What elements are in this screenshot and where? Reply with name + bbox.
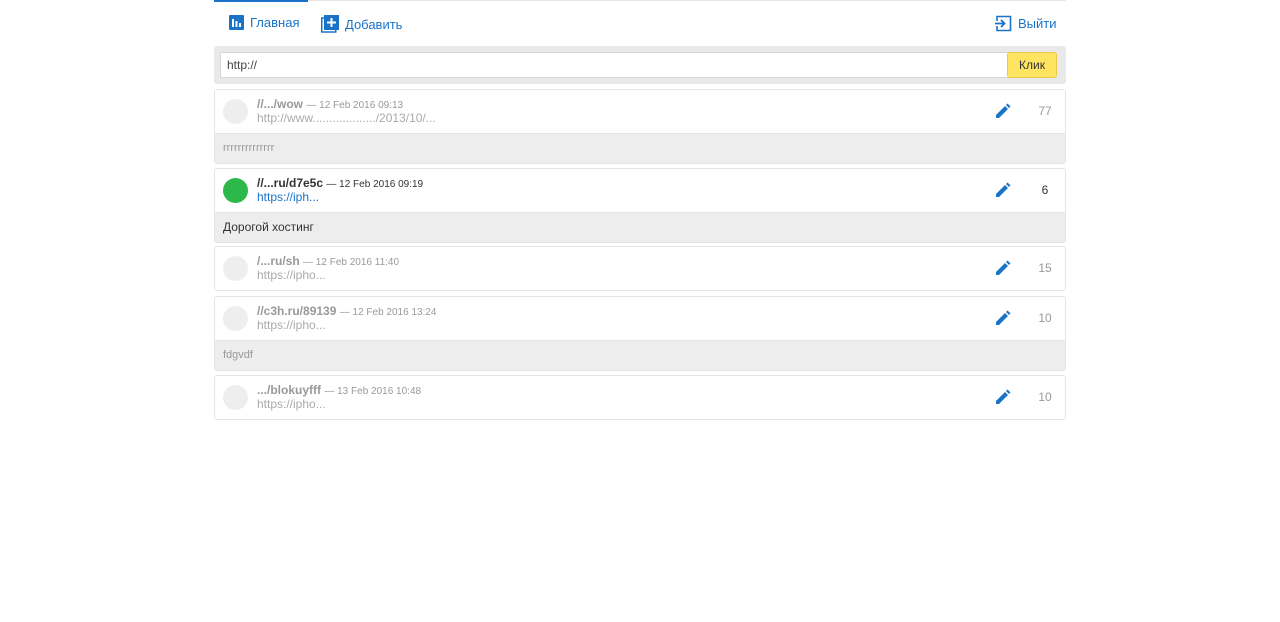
link-card-header: //...ru/d7e5c — 12 Feb 2016 09:19 https:…	[215, 169, 1065, 212]
target-url[interactable]: http://www.................../2013/10/..…	[257, 111, 436, 125]
link-card-header: //.../wow — 12 Feb 2016 09:13 http://www…	[215, 90, 1065, 133]
status-dot	[223, 256, 248, 281]
target-url[interactable]: https://ipho...	[257, 397, 326, 411]
link-card: /...ru/sh — 12 Feb 2016 11:40 https://ip…	[214, 246, 1066, 291]
active-tab-indicator	[214, 0, 308, 2]
link-title-row: .../blokuyfff — 13 Feb 2016 10:48	[257, 383, 421, 397]
target-url[interactable]: https://ipho...	[257, 318, 326, 332]
nav-underline	[214, 0, 1066, 2]
status-dot	[223, 385, 248, 410]
short-link[interactable]: //c3h.ru/89139	[257, 304, 336, 318]
link-note: rrrrrrrrrrrrrr	[215, 133, 1065, 163]
url-input[interactable]	[220, 52, 1010, 78]
link-title-row: //.../wow — 12 Feb 2016 09:13	[257, 97, 403, 111]
link-date: — 12 Feb 2016 09:13	[306, 100, 404, 111]
link-note: Дорогой хостинг	[215, 212, 1065, 242]
link-date: — 12 Feb 2016 13:24	[339, 307, 437, 318]
add-icon	[321, 15, 339, 33]
nav-add-label: Добавить	[345, 16, 403, 32]
status-dot	[223, 178, 248, 203]
click-count: 6	[1041, 183, 1049, 197]
link-card-header: //c3h.ru/89139 — 12 Feb 2016 13:24 https…	[215, 297, 1065, 340]
pencil-icon[interactable]	[993, 180, 1013, 200]
link-date: — 12 Feb 2016 11:40	[303, 257, 400, 268]
nav-logout-label: Выйти	[1018, 16, 1057, 31]
link-title-row: //c3h.ru/89139 — 12 Feb 2016 13:24	[257, 304, 436, 318]
link-title-row: //...ru/d7e5c — 12 Feb 2016 09:19	[257, 176, 423, 190]
click-count: 15	[1038, 261, 1052, 275]
link-card: //.../wow — 12 Feb 2016 09:13 http://www…	[214, 89, 1066, 164]
nav-home[interactable]: Главная	[229, 15, 299, 30]
pencil-icon[interactable]	[993, 258, 1013, 278]
logout-icon	[995, 15, 1012, 32]
click-count: 10	[1038, 390, 1052, 404]
link-card: //c3h.ru/89139 — 12 Feb 2016 13:24 https…	[214, 296, 1066, 371]
nav-logout[interactable]: Выйти	[995, 15, 1057, 32]
click-count: 77	[1038, 104, 1052, 118]
link-title-row: /...ru/sh — 12 Feb 2016 11:40	[257, 254, 399, 268]
link-card: //...ru/d7e5c — 12 Feb 2016 09:19 https:…	[214, 168, 1066, 243]
link-date: — 13 Feb 2016 10:48	[324, 386, 422, 397]
link-card-header: .../blokuyfff — 13 Feb 2016 10:48 https:…	[215, 376, 1065, 419]
top-nav: Главная Добавить Выйти	[214, 10, 1066, 40]
target-url[interactable]: https://ipho...	[257, 268, 326, 282]
url-search-bar: Клик	[214, 46, 1066, 84]
target-url[interactable]: https://iph...	[257, 190, 319, 204]
chart-icon	[229, 15, 244, 30]
status-dot	[223, 306, 248, 331]
short-link[interactable]: //...ru/d7e5c	[257, 176, 323, 190]
nav-home-label: Главная	[250, 15, 300, 30]
pencil-icon[interactable]	[993, 101, 1013, 121]
pencil-icon[interactable]	[993, 308, 1013, 328]
link-card-header: /...ru/sh — 12 Feb 2016 11:40 https://ip…	[215, 247, 1065, 290]
link-date: — 12 Feb 2016 09:19	[326, 179, 424, 190]
short-link[interactable]: /...ru/sh	[257, 254, 300, 268]
link-card: .../blokuyfff — 13 Feb 2016 10:48 https:…	[214, 375, 1066, 420]
pencil-icon[interactable]	[993, 387, 1013, 407]
status-dot	[223, 99, 248, 124]
short-link[interactable]: .../blokuyfff	[257, 383, 321, 397]
link-note: fdgvdf	[215, 340, 1065, 370]
click-count: 10	[1038, 311, 1052, 325]
short-link[interactable]: //.../wow	[257, 97, 303, 111]
nav-add[interactable]: Добавить	[321, 15, 402, 33]
submit-button[interactable]: Клик	[1007, 52, 1057, 78]
